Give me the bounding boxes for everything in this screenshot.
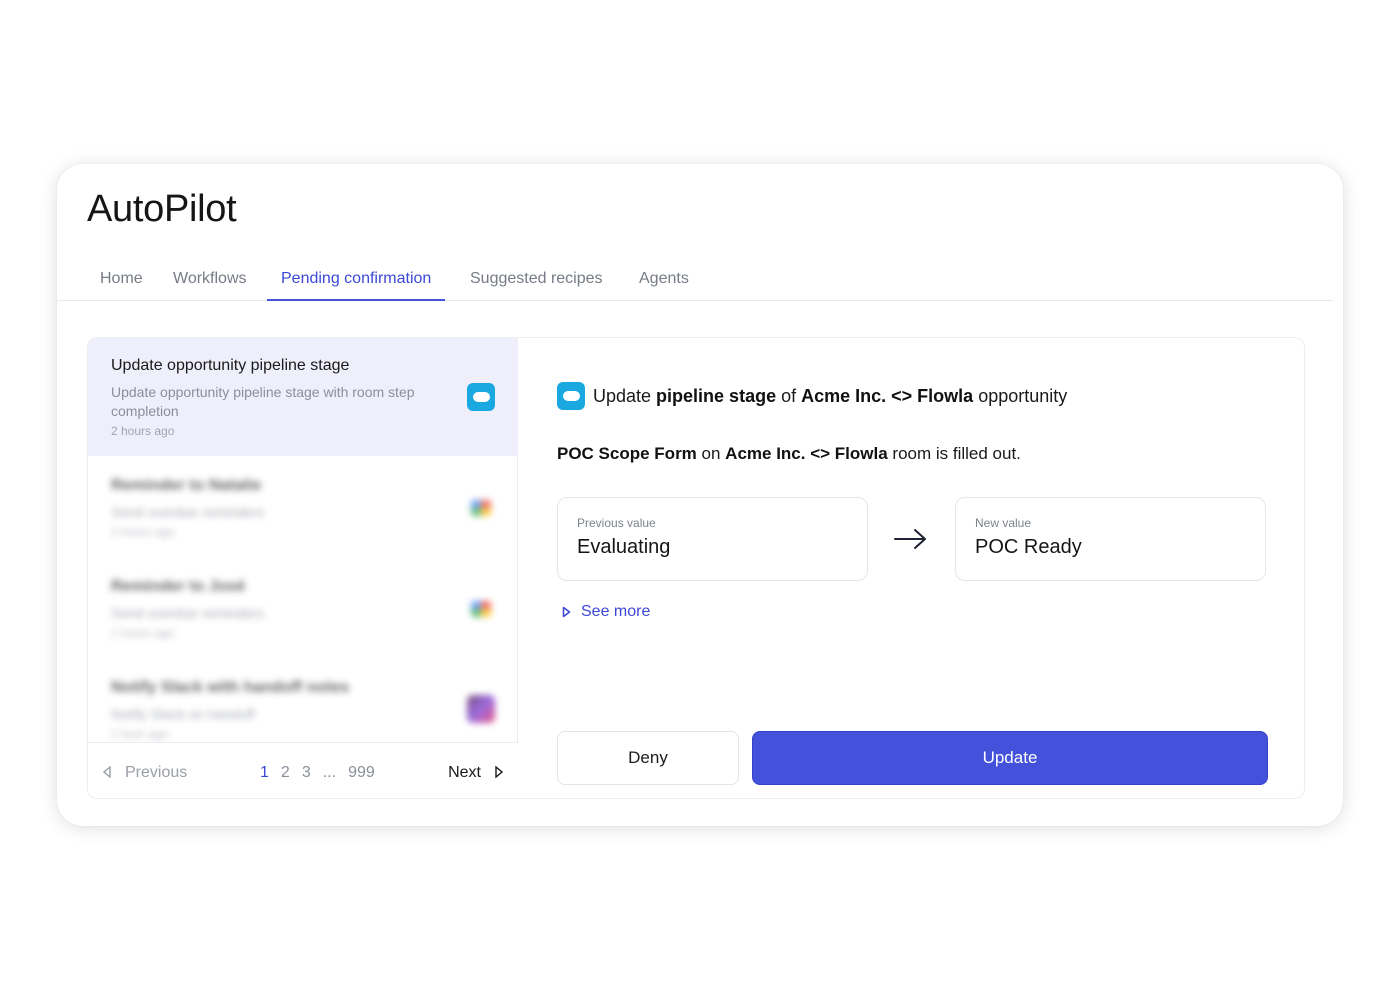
list-item[interactable]: Reminder to José Send overdue reminders …: [88, 559, 518, 659]
page-numbers: 1 2 3... 999: [260, 764, 387, 782]
list-item[interactable]: Reminder to Natalie Send overdue reminde…: [88, 458, 518, 558]
tab-suggested-recipes[interactable]: Suggested recipes: [456, 264, 617, 301]
item-description: Notify Slack on handoff: [111, 706, 255, 722]
arrow-right-icon: [894, 529, 926, 549]
item-time: 2 hours ago: [111, 424, 175, 438]
salesforce-icon: [557, 382, 585, 410]
pending-list: Update opportunity pipeline stage Update…: [88, 338, 518, 798]
next-label: Next: [448, 764, 481, 781]
chevron-right-icon: [495, 765, 504, 779]
gmail-icon: [471, 601, 491, 617]
new-value-label: New value: [975, 516, 1032, 530]
previous-label: Previous: [125, 764, 188, 781]
new-value: POC Ready: [975, 536, 1082, 558]
headline-text: Update pipeline stage of Acme Inc. <> Fl…: [593, 385, 1068, 406]
previous-value-card: Previous value Evaluating: [557, 497, 868, 581]
pagination: Previous 1 2 3... 999 Next: [88, 742, 518, 798]
app-title: AutoPilot: [87, 188, 237, 230]
item-description: Send overdue reminders: [111, 504, 265, 520]
item-time: 1 hour ago: [111, 727, 169, 741]
see-more-toggle[interactable]: See more: [562, 603, 650, 621]
gmail-icon: [471, 500, 491, 516]
action-headline: Update pipeline stage of Acme Inc. <> Fl…: [557, 382, 1067, 410]
tab-pending-confirmation[interactable]: Pending confirmation: [267, 264, 446, 301]
autopilot-window: AutoPilot Home Workflows Pending confirm…: [57, 164, 1343, 826]
item-description: Send overdue reminders: [111, 605, 265, 621]
list-item[interactable]: Update opportunity pipeline stage Update…: [88, 338, 518, 456]
page-2[interactable]: 2: [281, 764, 290, 781]
confirmation-panel: Update opportunity pipeline stage Update…: [87, 337, 1305, 799]
caret-right-icon: [562, 606, 571, 618]
deny-button[interactable]: Deny: [557, 731, 739, 785]
item-time: 1 hours ago: [111, 626, 175, 640]
tab-agents[interactable]: Agents: [625, 264, 703, 301]
page-ellipsis: ...: [322, 764, 337, 781]
chevron-left-icon: [102, 765, 111, 779]
new-value-card: New value POC Ready: [955, 497, 1266, 581]
item-title: Update opportunity pipeline stage: [111, 357, 350, 374]
next-page-button[interactable]: Next: [448, 764, 504, 782]
page-999[interactable]: 999: [348, 764, 375, 781]
item-title: Reminder to Natalie: [111, 477, 262, 494]
see-more-label: See more: [581, 603, 651, 620]
update-button[interactable]: Update: [752, 731, 1268, 785]
tab-workflows[interactable]: Workflows: [159, 264, 261, 301]
item-description: Update opportunity pipeline stage with r…: [111, 384, 415, 419]
salesforce-icon: [467, 383, 495, 411]
detail-pane: Update pipeline stage of Acme Inc. <> Fl…: [518, 338, 1304, 798]
item-title: Notify Slack with handoff notes: [111, 679, 350, 696]
page-1[interactable]: 1: [260, 764, 269, 781]
previous-value-label: Previous value: [577, 516, 656, 530]
slack-icon: [467, 695, 495, 723]
trigger-description: POC Scope Form on Acme Inc. <> Flowla ro…: [557, 444, 1021, 463]
tab-bar: Home Workflows Pending confirmation Sugg…: [57, 264, 1333, 301]
item-title: Reminder to José: [111, 578, 246, 595]
page-3[interactable]: 3: [302, 764, 311, 781]
previous-page-button[interactable]: Previous: [102, 764, 188, 782]
item-time: 2 hours ago: [111, 525, 175, 539]
tab-home[interactable]: Home: [86, 264, 157, 301]
previous-value: Evaluating: [577, 536, 671, 558]
list-item[interactable]: Notify Slack with handoff notes Notify S…: [88, 660, 518, 750]
